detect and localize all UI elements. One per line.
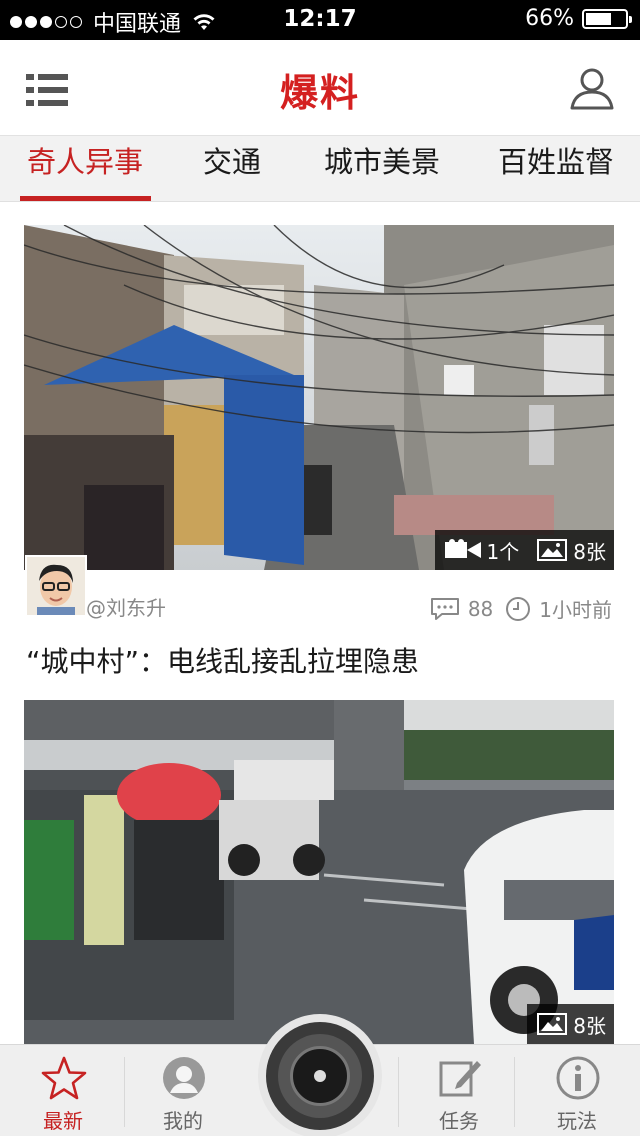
battery-icon bbox=[582, 8, 632, 29]
tabbar-divider bbox=[514, 1057, 515, 1127]
tab-howto[interactable]: 玩法 bbox=[522, 1045, 632, 1136]
tab-latest[interactable]: 最新 bbox=[8, 1045, 118, 1136]
author-avatar[interactable] bbox=[25, 555, 87, 617]
comment-icon bbox=[430, 597, 459, 620]
feed-item-photo[interactable]: 1个 8张 bbox=[24, 225, 614, 570]
star-icon bbox=[41, 1056, 87, 1100]
media-count-badge: 8张 bbox=[527, 1004, 614, 1044]
post-meta: 88 1小时前 bbox=[430, 594, 612, 623]
media-count-badge: 1个 8张 bbox=[434, 530, 614, 570]
battery-percent: 66% bbox=[525, 6, 574, 31]
info-icon bbox=[556, 1056, 600, 1100]
tab-baixingjiandu[interactable]: 百姓监督 bbox=[482, 136, 630, 202]
tab-mine-label: 我的 bbox=[163, 1109, 203, 1133]
post-time: 1小时前 bbox=[539, 598, 612, 622]
photo-icon bbox=[537, 539, 568, 561]
video-camera-icon bbox=[444, 539, 481, 558]
feed-item-photo[interactable]: 8张 bbox=[24, 700, 614, 1044]
category-tabs: 奇人异事 交通 城市美景 百姓监督 bbox=[0, 136, 640, 202]
tab-latest-label: 最新 bbox=[43, 1109, 83, 1133]
camera-button[interactable] bbox=[258, 1014, 382, 1136]
avatar-image bbox=[27, 557, 85, 615]
street-photo bbox=[24, 700, 614, 1044]
tabbar-divider bbox=[124, 1057, 125, 1127]
tabbar-divider bbox=[398, 1057, 399, 1127]
tab-howto-label: 玩法 bbox=[557, 1109, 597, 1133]
page-title: 爆料 bbox=[279, 71, 360, 115]
status-right: 66% bbox=[525, 6, 632, 31]
user-icon[interactable] bbox=[568, 64, 616, 112]
tab-mine[interactable]: 我的 bbox=[128, 1045, 238, 1136]
tab-tasks[interactable]: 任务 bbox=[404, 1045, 514, 1136]
photo-count: 8张 bbox=[573, 539, 606, 564]
alley-photo bbox=[24, 225, 614, 570]
tab-qirenyishi[interactable]: 奇人异事 bbox=[14, 136, 156, 202]
person-icon bbox=[163, 1057, 205, 1099]
tab-jiaotong[interactable]: 交通 bbox=[180, 136, 284, 202]
comment-count: 88 bbox=[467, 596, 494, 621]
post-headline[interactable]: “城中村”：电线乱接乱拉埋隐患 bbox=[26, 640, 419, 680]
status-bar: 中国联通 12:17 66% bbox=[0, 0, 640, 40]
edit-icon bbox=[439, 1061, 481, 1097]
tab-chengshimeijing[interactable]: 城市美景 bbox=[308, 136, 456, 202]
app-header: 爆料 bbox=[0, 40, 640, 136]
clock-icon bbox=[506, 596, 531, 621]
active-tab-indicator bbox=[20, 196, 151, 201]
photo-icon bbox=[537, 1013, 568, 1035]
author-name[interactable]: @刘东升 bbox=[86, 592, 166, 621]
photo-count: 8张 bbox=[573, 1013, 606, 1038]
tab-tasks-label: 任务 bbox=[439, 1109, 479, 1133]
video-count: 1个 bbox=[486, 539, 520, 564]
